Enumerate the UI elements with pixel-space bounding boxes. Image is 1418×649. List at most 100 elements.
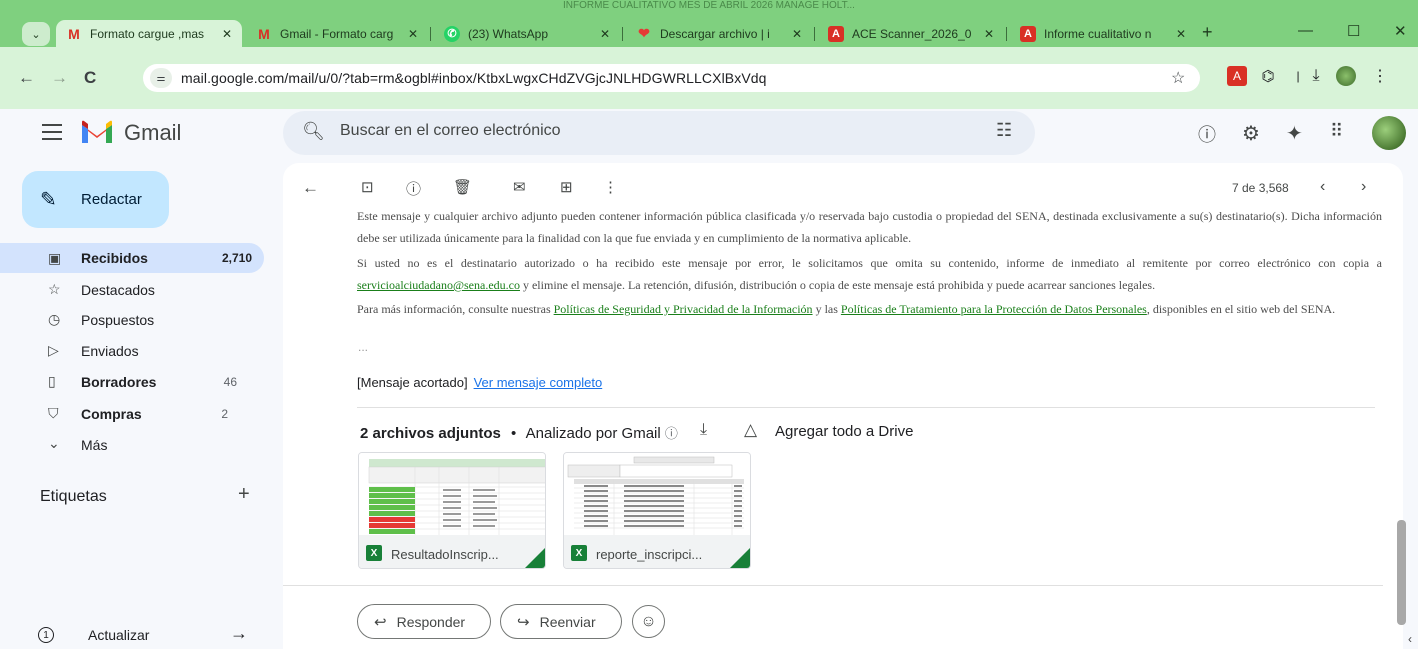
- shortened-label: [Mensaje acortado]: [357, 375, 468, 390]
- search-input[interactable]: Buscar en el correo electrónico: [340, 122, 561, 140]
- older-icon[interactable]: ›: [1361, 178, 1366, 196]
- newer-icon[interactable]: ‹: [1320, 178, 1325, 196]
- view-full-message-link[interactable]: Ver mensaje completo: [474, 375, 603, 390]
- attachment-preview: [564, 453, 750, 535]
- attachment-card[interactable]: X ResultadoInscrip...: [358, 452, 546, 569]
- close-tab-icon[interactable]: ✕: [984, 27, 994, 41]
- tab-title: (23) WhatsApp: [468, 26, 549, 41]
- attachments-separator: •: [511, 425, 517, 442]
- main-menu-icon[interactable]: [42, 124, 62, 140]
- back-icon[interactable]: ←: [18, 68, 35, 88]
- acrobat-extension-icon[interactable]: A: [1227, 66, 1247, 86]
- attachment-preview: [359, 453, 545, 535]
- back-to-inbox-icon[interactable]: ←: [302, 178, 319, 198]
- sidebar-item-label: Compras: [81, 406, 142, 422]
- sidebar-item-more[interactable]: ⌄ Más: [0, 430, 264, 460]
- account-avatar[interactable]: [1372, 116, 1406, 150]
- gmail-icon: M: [258, 25, 270, 42]
- tab-title: Descargar archivo | i: [660, 26, 770, 41]
- paragraph-text: Si usted no es el destinatario autorizad…: [357, 256, 1382, 270]
- sidebar-item-snoozed[interactable]: ◷ Pospuestos: [0, 305, 264, 335]
- close-tab-icon[interactable]: ✕: [222, 27, 232, 41]
- add-all-to-drive-button[interactable]: Agregar todo a Drive: [775, 423, 913, 440]
- unread-count: 2,710: [221, 251, 252, 265]
- add-to-drive-icon[interactable]: △: [744, 420, 757, 440]
- clock-icon: ◷: [48, 311, 61, 327]
- heart-icon: ❤: [638, 25, 650, 41]
- gemini-sparkle-icon[interactable]: ✦: [1286, 121, 1303, 146]
- info-icon[interactable]: ⓘ: [665, 426, 678, 441]
- attachments-count: 2 archivos adjuntos: [360, 425, 501, 442]
- tab-title: ACE Scanner_2026_0: [852, 26, 972, 41]
- tab-separator: [1006, 27, 1007, 41]
- trash-icon[interactable]: 🗑︎: [453, 178, 472, 196]
- update-button[interactable]: 1 Actualizar →: [0, 620, 270, 649]
- reload-icon[interactable]: C: [84, 68, 96, 88]
- download-icon[interactable]: ⤓: [1306, 66, 1326, 86]
- apps-grid-icon[interactable]: ⠿: [1330, 121, 1343, 142]
- tab-title: Formato cargue ,mas: [90, 26, 205, 41]
- browser-tab-6[interactable]: A Informe cualitativo n ✕: [1010, 20, 1196, 47]
- sidebar-item-label: Pospuestos: [81, 312, 155, 328]
- security-policy-link[interactable]: Políticas de Seguridad y Privacidad de l…: [554, 302, 813, 316]
- browser-menu-icon[interactable]: ⋮: [1370, 66, 1390, 86]
- browser-tab-2[interactable]: M Gmail - Formato carg ✕: [246, 20, 428, 47]
- excel-file-icon: X: [366, 545, 382, 561]
- tab-separator: [430, 27, 431, 41]
- gmail-logo: [82, 120, 112, 143]
- window-title: INFORME CUALITATIVO MES DE ABRIL 2026 MA…: [563, 0, 855, 11]
- move-to-icon[interactable]: ⊞: [560, 178, 573, 196]
- browser-tab-4[interactable]: ❤ Descargar archivo | i ✕: [626, 20, 812, 47]
- profile-avatar[interactable]: [1336, 66, 1356, 86]
- report-spam-icon[interactable]: ⓘ: [406, 178, 421, 199]
- close-tab-icon[interactable]: ✕: [408, 27, 418, 41]
- attachments-header: 2 archivos adjuntos • Analizado por Gmai…: [360, 423, 678, 442]
- browser-tab-5[interactable]: A ACE Scanner_2026_0 ✕: [818, 20, 1004, 47]
- data-protection-policy-link[interactable]: Políticas de Tratamiento para la Protecc…: [841, 302, 1147, 316]
- maximize-icon[interactable]: ☐: [1347, 22, 1360, 40]
- sidebar-item-drafts[interactable]: ▯ Borradores 46: [0, 367, 264, 397]
- browser-tab-1[interactable]: M Formato cargue ,mas ✕: [56, 20, 242, 47]
- trimmed-content-dots[interactable]: ...: [358, 340, 368, 354]
- chevron-down-icon: ⌄: [31, 28, 41, 41]
- forward-button[interactable]: ↪ Reenviar: [500, 604, 622, 639]
- minimize-icon[interactable]: —: [1298, 22, 1313, 39]
- update-badge: 1: [38, 627, 54, 643]
- mark-unread-icon[interactable]: ✉: [513, 178, 526, 196]
- new-tab-button[interactable]: +: [1202, 22, 1213, 43]
- tab-search-button[interactable]: ⌄: [22, 22, 50, 46]
- scroll-left-icon[interactable]: ‹: [1408, 632, 1412, 646]
- search-options-icon[interactable]: ☷: [996, 120, 1012, 141]
- sidebar-item-starred[interactable]: ☆ Destacados: [0, 275, 264, 305]
- close-window-icon[interactable]: ✕: [1394, 22, 1407, 40]
- download-all-icon[interactable]: ⤓: [700, 421, 707, 439]
- message-scrollbar[interactable]: [1397, 520, 1406, 625]
- reply-label: Responder: [396, 613, 466, 630]
- forward-icon[interactable]: →: [51, 68, 68, 88]
- extensions-icon[interactable]: ⌬: [1258, 66, 1278, 86]
- tab-title: Informe cualitativo n: [1044, 26, 1152, 41]
- paragraph-text: , disponibles en el sitio web del SENA.: [1146, 302, 1336, 316]
- sidebar-item-inbox[interactable]: ▣ Recibidos 2,710: [0, 243, 264, 273]
- emoji-reaction-button[interactable]: ☺: [632, 605, 665, 638]
- url-text[interactable]: mail.google.com/mail/u/0/?tab=rm&ogbl#in…: [181, 70, 767, 86]
- settings-gear-icon[interactable]: ⚙: [1242, 121, 1260, 146]
- close-tab-icon[interactable]: ✕: [600, 27, 610, 41]
- sidebar-item-sent[interactable]: ▷ Enviados: [0, 336, 264, 366]
- site-info-icon[interactable]: ⚌: [150, 68, 172, 88]
- divider: [357, 407, 1375, 408]
- servicio-email-link[interactable]: servicioalciudadano@sena.edu.co: [357, 278, 520, 292]
- bookmark-star-icon[interactable]: ☆: [1171, 68, 1185, 88]
- attachment-card[interactable]: X reporte_inscripci...: [563, 452, 751, 569]
- more-options-icon[interactable]: ⋮: [603, 178, 618, 196]
- reply-button[interactable]: ↩ Responder: [357, 604, 491, 639]
- search-icon[interactable]: 🔍︎: [302, 121, 325, 142]
- sidebar-item-purchases[interactable]: ⛉ Compras 2: [0, 399, 264, 429]
- add-label-icon[interactable]: +: [238, 483, 250, 506]
- help-icon[interactable]: ⓘ: [1198, 121, 1216, 147]
- star-icon: ☆: [48, 281, 61, 297]
- close-tab-icon[interactable]: ✕: [1176, 27, 1186, 41]
- browser-tab-3[interactable]: ✆ (23) WhatsApp ✕: [434, 20, 620, 47]
- close-tab-icon[interactable]: ✕: [792, 27, 802, 41]
- archive-icon[interactable]: ⊡: [361, 178, 374, 196]
